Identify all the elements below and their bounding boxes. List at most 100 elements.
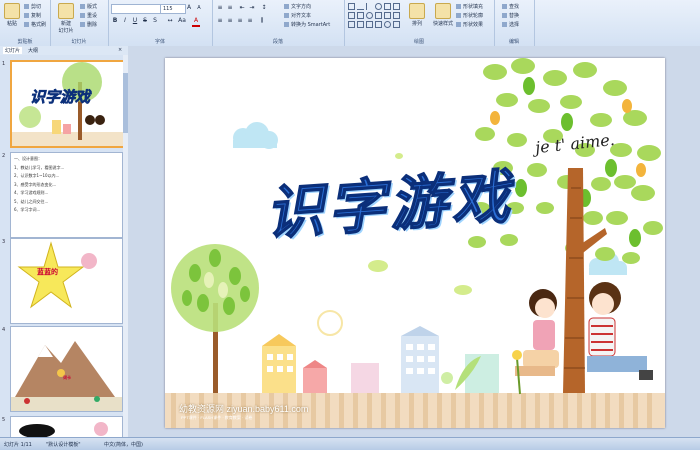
quick-styles-button[interactable]: 快速样式 (428, 3, 458, 27)
font-size-combo[interactable]: 115 (160, 4, 186, 14)
shape-line-icon[interactable] (357, 3, 364, 10)
shape-arrow-icon[interactable] (348, 12, 355, 19)
thumb-text-line: 4、学习游戏规则... (14, 190, 49, 195)
font-group: 115 A A B I U S S ↔ Aa A 字体 (108, 0, 213, 46)
shape-rect-icon[interactable] (384, 3, 391, 10)
clipboard-group: 粘贴 剪切 复制 格式刷 剪贴板 (0, 0, 51, 46)
shape-line-icon[interactable] (384, 12, 391, 19)
shape-rect-icon[interactable] (375, 12, 382, 19)
line-spacing-button[interactable]: ↕ (260, 4, 268, 12)
shape-fill-button[interactable]: 形状填充 (456, 3, 483, 10)
new-slide-button[interactable]: 新建 幻灯片 (55, 3, 77, 34)
thumb-number: 1 (2, 61, 6, 67)
reset-button[interactable]: 重设 (80, 12, 97, 19)
replace-icon (502, 13, 507, 18)
thumbnail-1-title: 识字游戏 (30, 88, 91, 107)
bold-button[interactable]: B (111, 17, 119, 25)
slide-thumbnail-3[interactable]: 蓝蓝的 (10, 238, 123, 324)
find-button[interactable]: 查找 (502, 3, 519, 10)
shape-rect-icon[interactable] (357, 12, 364, 19)
grow-font-button[interactable]: A (185, 4, 193, 12)
binoculars-icon (502, 4, 507, 9)
theme-name: "默认设计模板" (46, 442, 81, 448)
paragraph-label: 段落 (272, 39, 283, 45)
delete-icon (80, 22, 85, 27)
columns-button[interactable]: ⫼ (258, 17, 266, 25)
font-label: 字体 (154, 39, 165, 45)
new-slide-icon (58, 3, 74, 19)
shape-oval-icon[interactable] (366, 12, 373, 19)
align-text-button[interactable]: 对齐文本 (284, 12, 311, 19)
copy-button[interactable]: 复制 (24, 12, 41, 19)
numbering-button[interactable]: ≡ (226, 4, 234, 12)
format-painter-button[interactable]: 格式刷 (24, 21, 46, 28)
justify-button[interactable]: ≡ (246, 17, 254, 25)
thumb-text-line: 2、认识数字1~10以内... (14, 173, 60, 178)
shape-oval-icon[interactable] (384, 21, 391, 28)
shape-oval-icon[interactable] (375, 3, 382, 10)
shrink-font-button[interactable]: A (195, 4, 203, 12)
drawing-group: 排列 快速样式 形状填充 形状轮廓 形状效果 绘图 (344, 0, 495, 46)
align-left-button[interactable]: ≡ (216, 17, 224, 25)
increase-indent-button[interactable]: ⇥ (248, 4, 256, 12)
font-color-button[interactable]: A (192, 17, 200, 27)
slide-thumbnail-4[interactable]: 词卡 (10, 326, 123, 412)
shape-effects-button[interactable]: 形状效果 (456, 21, 483, 28)
thumb-number: 5 (2, 417, 6, 423)
shape-arrow-icon[interactable] (393, 12, 400, 19)
slide-title[interactable]: 识字游戏 (262, 149, 517, 250)
shape-more-icon[interactable] (393, 21, 400, 28)
replace-button[interactable]: 替换 (502, 12, 519, 19)
slide-canvas[interactable]: 识字游戏 je t' aime. 幼教资源网 ziyuan.baby611.co… (165, 58, 665, 428)
shape-brace-icon[interactable] (348, 21, 355, 28)
align-center-button[interactable]: ≡ (226, 17, 234, 25)
shape-triangle-icon[interactable] (393, 3, 400, 10)
decrease-indent-button[interactable]: ⇤ (238, 4, 246, 12)
paste-icon (4, 3, 20, 19)
shape-rect-icon[interactable] (375, 21, 382, 28)
tab-outline[interactable]: 大纲 (28, 47, 38, 54)
paste-button[interactable]: 粘贴 (3, 3, 21, 27)
layout-button[interactable]: 版式 (80, 3, 97, 10)
language-indicator[interactable]: 中文(简体，中国) (104, 441, 143, 448)
tab-slides[interactable]: 幻灯片 (3, 47, 23, 54)
editing-group: 查找 替换 选择 编辑 (494, 0, 535, 46)
slide-thumbnail-5[interactable] (10, 416, 123, 438)
font-name-combo[interactable] (111, 4, 161, 14)
thumb-text-line: 6、学习字词... (14, 207, 41, 212)
align-right-button[interactable]: ≡ (236, 17, 244, 25)
shape-brace-icon[interactable] (357, 21, 364, 28)
char-spacing-button[interactable]: ↔ (166, 17, 174, 25)
text-direction-icon (284, 4, 289, 9)
select-button[interactable]: 选择 (502, 21, 519, 28)
cursor-icon (502, 22, 507, 27)
italic-button[interactable]: I (121, 17, 129, 25)
change-case-button[interactable]: Aa (178, 17, 186, 25)
shadow-button[interactable]: S (151, 17, 159, 25)
slides-label: 幻灯片 (71, 39, 87, 45)
smartart-button[interactable]: 转换为 SmartArt (284, 21, 330, 28)
underline-button[interactable]: U (131, 17, 139, 25)
arrange-button[interactable]: 排列 (408, 3, 426, 27)
shapes-gallery[interactable] (348, 3, 400, 29)
shape-line-icon[interactable] (366, 3, 373, 10)
thumbnail-3-art (17, 241, 97, 309)
shape-star-icon[interactable] (366, 21, 373, 28)
cut-button[interactable]: 剪切 (24, 3, 41, 10)
thumb-text-line: 一、设计意图： (14, 156, 42, 161)
text-direction-button[interactable]: 文字方向 (284, 3, 311, 10)
close-panel-icon[interactable]: × (118, 47, 122, 53)
slide-thumbnail-2[interactable]: 一、设计意图： 1、教幼儿学习，看图说字... 2、认识数字1~10以内... … (10, 152, 123, 238)
slide-thumbnail-1[interactable]: 识字游戏 (10, 60, 125, 148)
bullets-button[interactable]: ≡ (216, 4, 224, 12)
strikethrough-button[interactable]: S (141, 17, 149, 25)
drawing-label: 绘图 (413, 39, 424, 45)
delete-button[interactable]: 删除 (80, 21, 97, 28)
slide-thumbnail-panel: 1 识字游戏 2 一、设计意图： 1、教幼儿学习，看图说字... 2、认识数字1… (0, 55, 128, 438)
thumbnail-5-art (19, 422, 108, 438)
thumbnail-3-title: 蓝蓝的 (37, 268, 58, 276)
slide-illustration (165, 58, 665, 428)
site-watermark: 幼教资源网 ziyuan.baby611.com (179, 404, 309, 414)
shape-rect-icon[interactable] (348, 3, 355, 10)
shape-outline-button[interactable]: 形状轮廓 (456, 12, 483, 19)
